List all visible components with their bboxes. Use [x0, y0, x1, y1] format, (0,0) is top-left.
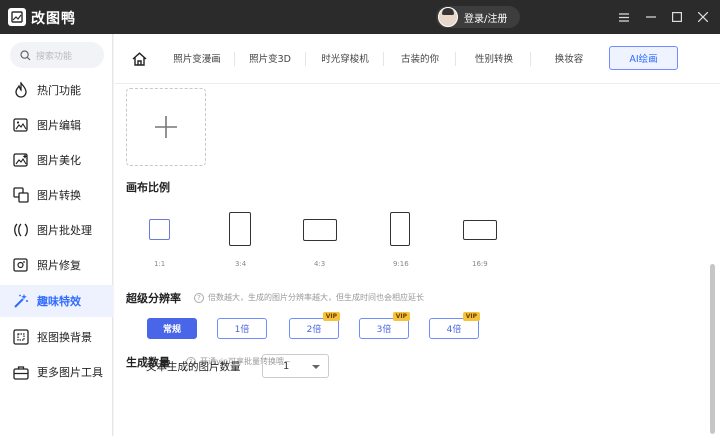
avatar: [438, 7, 458, 27]
count-select[interactable]: 1: [262, 354, 329, 378]
app-logo-icon: [8, 8, 26, 26]
main-panel: 照片变漫画 照片变3D 时光穿梭机 古装的你 性别转换 换妆容 AI绘画 画布比…: [114, 34, 720, 436]
tab-time-machine[interactable]: 时光穿梭机: [310, 46, 380, 70]
ratio-label: 16:9: [472, 260, 488, 268]
image-beautify-icon: [12, 151, 30, 169]
sidebar-item-image-edit[interactable]: 图片编辑: [0, 109, 113, 141]
toolbox-icon: [12, 363, 30, 381]
vip-badge: VIP: [392, 312, 410, 321]
maximize-icon[interactable]: [668, 8, 686, 26]
search-placeholder: 搜索功能: [36, 51, 73, 62]
help-icon: ?: [194, 292, 204, 303]
upload-image-button[interactable]: [126, 88, 206, 166]
sidebar-item-photo-repair[interactable]: 照片修复: [0, 249, 113, 281]
ratio-16-9[interactable]: [463, 220, 497, 240]
tab-divider: [305, 52, 306, 66]
ratio-9-16[interactable]: [390, 212, 410, 246]
batch-icon: [12, 221, 30, 239]
vip-badge: VIP: [462, 312, 480, 321]
scrollbar[interactable]: [710, 264, 715, 434]
plus-icon: [155, 116, 177, 138]
resolution-2x-button[interactable]: 2倍 VIP: [289, 312, 340, 339]
tab-photo-to-comic[interactable]: 照片变漫画: [163, 46, 231, 70]
tab-ancient-costume[interactable]: 古装的你: [388, 46, 452, 70]
ratio-label: 3:4: [235, 260, 247, 268]
ratio-label: 9:16: [393, 260, 409, 268]
chevron-down-icon: [312, 365, 320, 369]
tab-gender-swap[interactable]: 性别转换: [462, 46, 526, 70]
resolution-3x-button[interactable]: 3倍 VIP: [359, 312, 410, 339]
image-convert-icon: [12, 186, 30, 204]
ratio-3-4[interactable]: [229, 212, 251, 246]
tab-divider: [455, 52, 456, 66]
image-edit-icon: [12, 116, 30, 134]
title-bar: 改图鸭 登录/注册: [0, 0, 720, 34]
sidebar-item-more-tools[interactable]: 更多图片工具: [0, 356, 113, 388]
vip-badge: VIP: [322, 312, 340, 321]
flame-icon: [12, 81, 30, 99]
login-label: 登录/注册: [464, 13, 508, 25]
search-icon: [20, 49, 31, 60]
minimize-icon[interactable]: [642, 8, 660, 26]
tab-photo-to-3d[interactable]: 照片变3D: [238, 46, 302, 70]
sidebar-item-image-beautify[interactable]: 图片美化: [0, 144, 113, 176]
resolution-4x-button[interactable]: 4倍 VIP: [429, 312, 480, 339]
ratio-label: 4:3: [314, 260, 326, 268]
tab-makeup[interactable]: 换妆容: [535, 46, 603, 70]
tab-divider: [383, 52, 384, 66]
close-icon[interactable]: [694, 8, 712, 26]
sidebar-item-fun-effects[interactable]: 趣味特效: [0, 285, 113, 317]
cutout-icon: [12, 328, 30, 346]
search-input[interactable]: 搜索功能: [10, 42, 104, 68]
photo-repair-icon: [12, 256, 30, 274]
resolution-1x-button[interactable]: 1倍: [217, 318, 267, 339]
sidebar-item-batch[interactable]: 图片批处理: [0, 214, 113, 246]
sidebar-item-hot[interactable]: 热门功能: [0, 74, 113, 106]
resolution-normal-button[interactable]: 常规: [147, 318, 197, 339]
login-button[interactable]: 登录/注册: [436, 6, 520, 28]
feature-tabs: 照片变漫画 照片变3D 时光穿梭机 古装的你 性别转换 换妆容 AI绘画: [114, 34, 720, 84]
app-name: 改图鸭: [31, 11, 76, 27]
magic-wand-icon: [12, 292, 30, 310]
ratio-4-3[interactable]: [303, 219, 337, 241]
resolution-hint: ? 倍数越大，生成的图片分辨率越大，但生成时间也会相应延长: [194, 292, 424, 303]
sidebar: 搜索功能 热门功能 图片编辑 图片美化 图片转换 图片批处理 照片修复 趣味特效…: [0, 34, 113, 436]
tab-ai-painting[interactable]: AI绘画: [609, 46, 678, 70]
sidebar-item-cutout[interactable]: 抠图换背景: [0, 321, 113, 353]
sidebar-item-image-convert[interactable]: 图片转换: [0, 179, 113, 211]
home-icon[interactable]: [128, 48, 150, 70]
menu-icon[interactable]: [615, 8, 633, 26]
ratio-label: 1:1: [154, 260, 166, 268]
canvas-ratio-title: 画布比例: [126, 181, 170, 194]
tab-divider: [234, 52, 235, 66]
ratio-1-1[interactable]: [149, 219, 170, 240]
resolution-title: 超级分辨率: [126, 292, 181, 305]
tab-divider: [530, 52, 531, 66]
count-field-label: 文本生成的图片数量: [146, 361, 241, 373]
